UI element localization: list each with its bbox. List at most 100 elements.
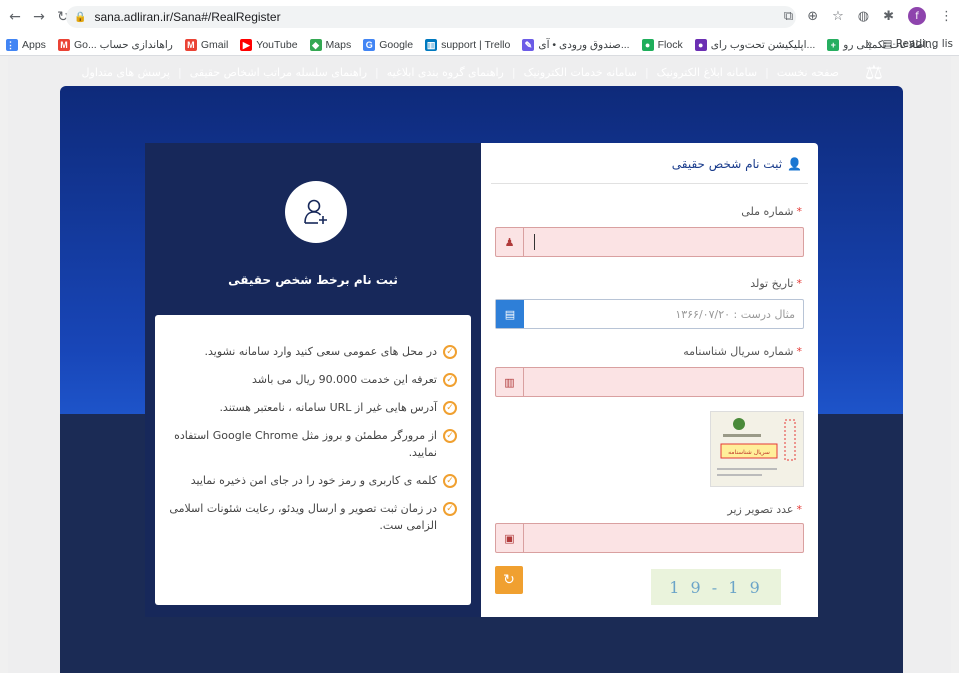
menu-icon[interactable]: ⋮ <box>940 9 953 24</box>
register-form: 👤 ثبت نام شخص حقیقی *شماره ملی ♟ *تاریخ … <box>481 143 818 617</box>
bookmark-label: صندوق ورودی • آی... <box>538 38 630 51</box>
page-gutter-right <box>951 56 959 673</box>
nav-link[interactable]: سامانه خدمات الکترونیک <box>516 66 645 79</box>
reading-list[interactable]: ▤ Reading lis <box>882 38 953 50</box>
nav-separator: | <box>765 65 769 79</box>
bookmark-label: support | Trello <box>441 38 511 51</box>
id-card-sample-image: سریال شناسنامه <box>710 411 804 487</box>
rule-item: ✓ در محل های عمومی سعی کنید وارد سامانه ن… <box>169 343 457 360</box>
birth-date-input[interactable] <box>524 300 803 328</box>
birth-date-field[interactable]: ▤ <box>495 299 804 329</box>
captcha-label-text: عدد تصویر زیر <box>727 503 794 516</box>
forward-icon[interactable]: → <box>30 8 48 26</box>
browser-toolbar: ← → ↻ 🔒 sana.adliran.ir/Sana#/RealRegist… <box>0 0 959 34</box>
form-title-text: ثبت نام شخص حقیقی <box>671 157 783 171</box>
serial-input[interactable] <box>524 368 803 396</box>
rule-item: ✓ از مرورگر مطمئن و بروز مثل Google Chrom… <box>169 427 457 461</box>
check-icon: ✓ <box>443 429 457 443</box>
info-panel: ثبت نام برخط شخص حقیقی ✓ در محل های عمومی… <box>145 143 481 617</box>
translate-icon[interactable]: ⧉ <box>784 9 793 24</box>
nav-link[interactable]: پرسش های متداول <box>74 66 178 79</box>
nav-separator: | <box>375 65 379 79</box>
bookmark-item[interactable]: G Google <box>363 38 414 51</box>
top-navigation: ⚖ صفحه نخست | سامانه ابلاغ الکترونیک | سامان… <box>60 57 903 87</box>
refresh-captcha-button[interactable]: ↻ <box>495 566 523 594</box>
nav-link[interactable]: سامانه ابلاغ الکترونیک <box>649 66 765 79</box>
user-icon: 👤 <box>787 157 802 171</box>
puzzle-icon[interactable]: ✱ <box>883 9 894 24</box>
nav-separator: | <box>178 65 182 79</box>
bookmark-label: YouTube <box>256 38 298 51</box>
required-mark: * <box>796 277 803 290</box>
bookmark-item[interactable]: ● Flock <box>641 38 683 51</box>
bookmarks-bar: ⋮⋮ Apps M Go... راهاندازی حساب M Gmail ▶ YouTub… <box>0 34 959 56</box>
rule-item: ✓ کلمه ی کاربری و رمز خود را در جای امن ذ… <box>169 472 457 489</box>
rule-text: کلمه ی کاربری و رمز خود را در جای امن ذخ… <box>190 474 437 487</box>
person-icon: ♟ <box>496 228 524 256</box>
bookmark-label: Google <box>379 38 414 51</box>
national-id-input[interactable] <box>524 228 803 256</box>
bookmarks-right: » ▤ Reading lis <box>866 38 953 50</box>
national-id-field[interactable]: ♟ <box>495 227 804 257</box>
check-icon: ✓ <box>443 474 457 488</box>
bookmark-label: Flock <box>657 38 683 51</box>
check-icon: ✓ <box>443 373 457 387</box>
panel-title: ثبت نام برخط شخص حقیقی <box>228 273 398 287</box>
serial-label-text: شماره سریال شناسنامه <box>683 345 794 358</box>
bookmark-favicon-icon: ▶ <box>240 38 253 51</box>
url-text[interactable]: sana.adliran.ir/Sana#/RealRegister <box>94 10 280 24</box>
required-mark: * <box>796 345 803 358</box>
bookmark-favicon-icon: + <box>827 38 840 51</box>
star-icon[interactable]: ☆ <box>832 9 844 24</box>
serial-label: *شماره سریال شناسنامه <box>683 345 802 358</box>
bookmark-item[interactable]: ✎ صندوق ورودی • آی... <box>522 38 630 51</box>
check-icon: ✓ <box>443 502 457 516</box>
address-bar[interactable]: 🔒 sana.adliran.ir/Sana#/RealRegister <box>66 6 796 28</box>
rule-text: در زمان ثبت تصویر و ارسال ویدئو، رعایت ش… <box>169 502 437 532</box>
birth-date-label-text: تاریخ تولد <box>750 277 794 290</box>
national-id-label: *شماره ملی <box>741 205 802 218</box>
bookmark-label: اپلیکیشن تحت‌وب رای... <box>710 38 816 51</box>
required-mark: * <box>796 503 803 516</box>
refresh-icon: ↻ <box>503 572 515 588</box>
bookmark-label: Gmail <box>200 38 229 51</box>
bookmark-favicon-icon: M <box>184 38 197 51</box>
serial-field[interactable]: ▥ <box>495 367 804 397</box>
bookmark-item[interactable]: ▶ YouTube <box>240 38 298 51</box>
nav-link[interactable]: صفحه نخست <box>769 66 847 79</box>
browser-actions: ⧉ ⊕ ☆ ◍ ✱ f ⋮ <box>784 7 953 25</box>
nav-separator: | <box>511 65 516 79</box>
calendar-icon[interactable]: ▤ <box>496 300 524 328</box>
captcha-field[interactable]: ▣ <box>495 523 804 553</box>
bookmark-item[interactable]: ▥ support | Trello <box>425 38 511 51</box>
bookmark-label: Maps <box>325 38 352 51</box>
bookmarks-overflow-icon[interactable]: » <box>866 38 872 50</box>
captcha-label: *عدد تصویر زیر <box>727 503 802 516</box>
bookmark-favicon-icon: ● <box>641 38 654 51</box>
bookmark-item[interactable]: M Gmail <box>184 38 229 51</box>
nav-link[interactable]: راهنمای گروه بندی ابلاغیه <box>379 66 512 79</box>
divider <box>491 183 808 184</box>
rules-list: ✓ در محل های عمومی سعی کنید وارد سامانه ن… <box>155 315 471 605</box>
justice-scales-logo-icon[interactable]: ⚖ <box>861 59 887 85</box>
bookmark-item[interactable]: ● اپلیکیشن تحت‌وب رای... <box>694 38 816 51</box>
page-gutter-left <box>0 56 8 673</box>
sample-card-text: سریال شناسنامه <box>728 449 770 456</box>
captcha-input[interactable] <box>524 524 803 552</box>
required-mark: * <box>796 205 803 218</box>
nav-link[interactable]: راهنمای سلسله مراتب اشخاص حقیقی <box>182 66 375 79</box>
bookmark-favicon-icon: ● <box>694 38 707 51</box>
bookmark-label: Go... راهاندازی حساب <box>73 38 173 51</box>
lock-icon[interactable]: 🔒 <box>74 12 86 23</box>
zoom-icon[interactable]: ⊕ <box>807 9 818 24</box>
birth-date-label: *تاریخ تولد <box>750 277 802 290</box>
back-icon[interactable]: ← <box>6 8 24 26</box>
bookmark-item[interactable]: ⋮⋮ Apps <box>6 38 46 51</box>
bookmark-item[interactable]: ◆ Maps <box>309 38 352 51</box>
bookmark-favicon-icon: G <box>363 38 376 51</box>
bookmark-item[interactable]: M Go... راهاندازی حساب <box>57 38 173 51</box>
extension-globe-icon[interactable]: ◍ <box>858 9 869 24</box>
bookmark-favicon-icon: ▥ <box>425 38 438 51</box>
rule-text: تعرفه این خدمت 90.000 ریال می باشد <box>251 373 437 386</box>
profile-avatar[interactable]: f <box>908 7 926 25</box>
